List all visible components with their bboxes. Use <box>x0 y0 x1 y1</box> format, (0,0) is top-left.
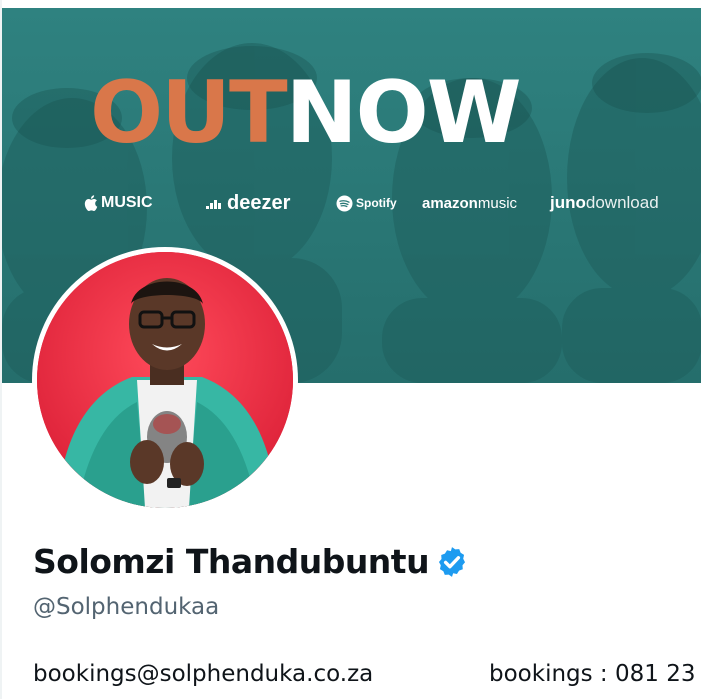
headline-now: NOW <box>285 63 522 163</box>
deezer-logo: deezer <box>206 192 336 215</box>
profile-handle: @Solphendukaa <box>33 594 220 620</box>
download-text: download <box>585 193 659 212</box>
verified-badge-icon[interactable] <box>435 545 469 579</box>
amazon-text: amazon <box>422 194 478 212</box>
spotify-logo: Spotify <box>336 195 422 212</box>
bio-email: bookings@solphenduka.co.za <box>33 661 374 687</box>
apple-music-logo: MUSIC <box>84 194 206 212</box>
amazon-music-logo: amazon music <box>422 195 550 212</box>
profile-bio: bookings@solphenduka.co.za bookings : 08… <box>33 661 701 687</box>
apple-music-text: MUSIC <box>101 194 153 211</box>
deezer-bars-icon <box>206 200 221 209</box>
avatar[interactable] <box>32 247 298 513</box>
avatar-portrait <box>37 252 293 508</box>
bio-phone: bookings : 081 23 <box>489 661 696 687</box>
profile-page: OUTNOW MUSIC deezer Spotify amazon music… <box>0 0 701 699</box>
deezer-text: deezer <box>227 191 291 214</box>
banner-headline: OUTNOW <box>90 70 522 156</box>
apple-icon <box>84 195 98 211</box>
amazon-music-text: music <box>477 194 518 212</box>
spotify-text: Spotify <box>356 196 397 210</box>
profile-name-row: Solomzi Thandubuntu <box>33 542 469 581</box>
juno-text: juno <box>550 193 586 212</box>
display-name: Solomzi Thandubuntu <box>33 542 430 581</box>
avatar-photo <box>37 252 293 508</box>
juno-download-logo: juno download <box>550 193 659 213</box>
platform-logos: MUSIC deezer Spotify amazon music juno d… <box>84 186 684 220</box>
headline-out: OUT <box>90 63 288 163</box>
spotify-icon <box>336 195 353 211</box>
